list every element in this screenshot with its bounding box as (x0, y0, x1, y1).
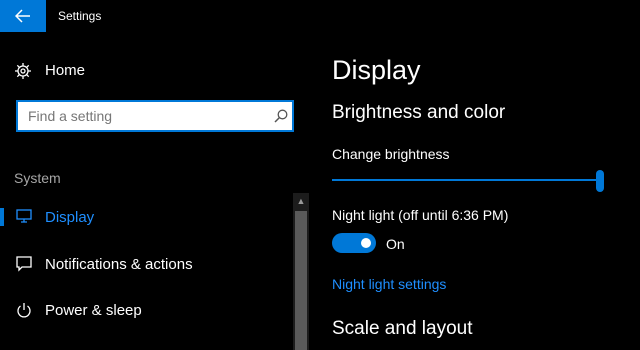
brightness-slider[interactable] (332, 170, 604, 192)
search-icon[interactable] (274, 109, 288, 123)
brightness-label: Change brightness (332, 146, 450, 162)
back-button[interactable] (0, 0, 46, 32)
section-heading-scale: Scale and layout (332, 318, 473, 339)
title-bar: Settings (0, 0, 640, 32)
toggle-state-label: On (386, 236, 405, 252)
active-indicator (0, 208, 4, 226)
search-input[interactable] (18, 102, 268, 130)
sidebar-item-power-sleep[interactable]: Power & sleep (0, 292, 294, 328)
scroll-thumb[interactable] (295, 211, 307, 350)
sidebar-item-label: Display (45, 209, 95, 226)
power-icon (17, 303, 31, 318)
sidebar-scrollbar[interactable]: ▲ (293, 193, 309, 350)
home-label: Home (45, 62, 86, 79)
scroll-up-arrow-icon[interactable]: ▲ (293, 193, 309, 209)
message-icon (16, 256, 32, 272)
app-title: Settings (58, 9, 102, 23)
sidebar-item-display[interactable]: Display (0, 199, 294, 235)
gear-icon (15, 63, 31, 79)
section-heading-brightness: Brightness and color (332, 102, 506, 123)
section-label-system: System (14, 170, 61, 186)
night-light-label: Night light (off until 6:36 PM) (332, 207, 509, 223)
search-box[interactable] (16, 100, 294, 132)
night-light-toggle[interactable] (332, 233, 376, 253)
slider-track (332, 179, 596, 181)
slider-thumb[interactable] (596, 170, 604, 192)
page-title: Display (332, 55, 421, 85)
sidebar-item-label: Power & sleep (45, 302, 142, 319)
sidebar-item-notifications[interactable]: Notifications & actions (0, 246, 294, 282)
back-arrow-icon (15, 9, 30, 23)
monitor-icon (16, 209, 32, 223)
sidebar-item-label: Notifications & actions (45, 256, 193, 273)
toggle-knob (361, 238, 371, 248)
night-light-settings-link[interactable]: Night light settings (332, 276, 446, 292)
